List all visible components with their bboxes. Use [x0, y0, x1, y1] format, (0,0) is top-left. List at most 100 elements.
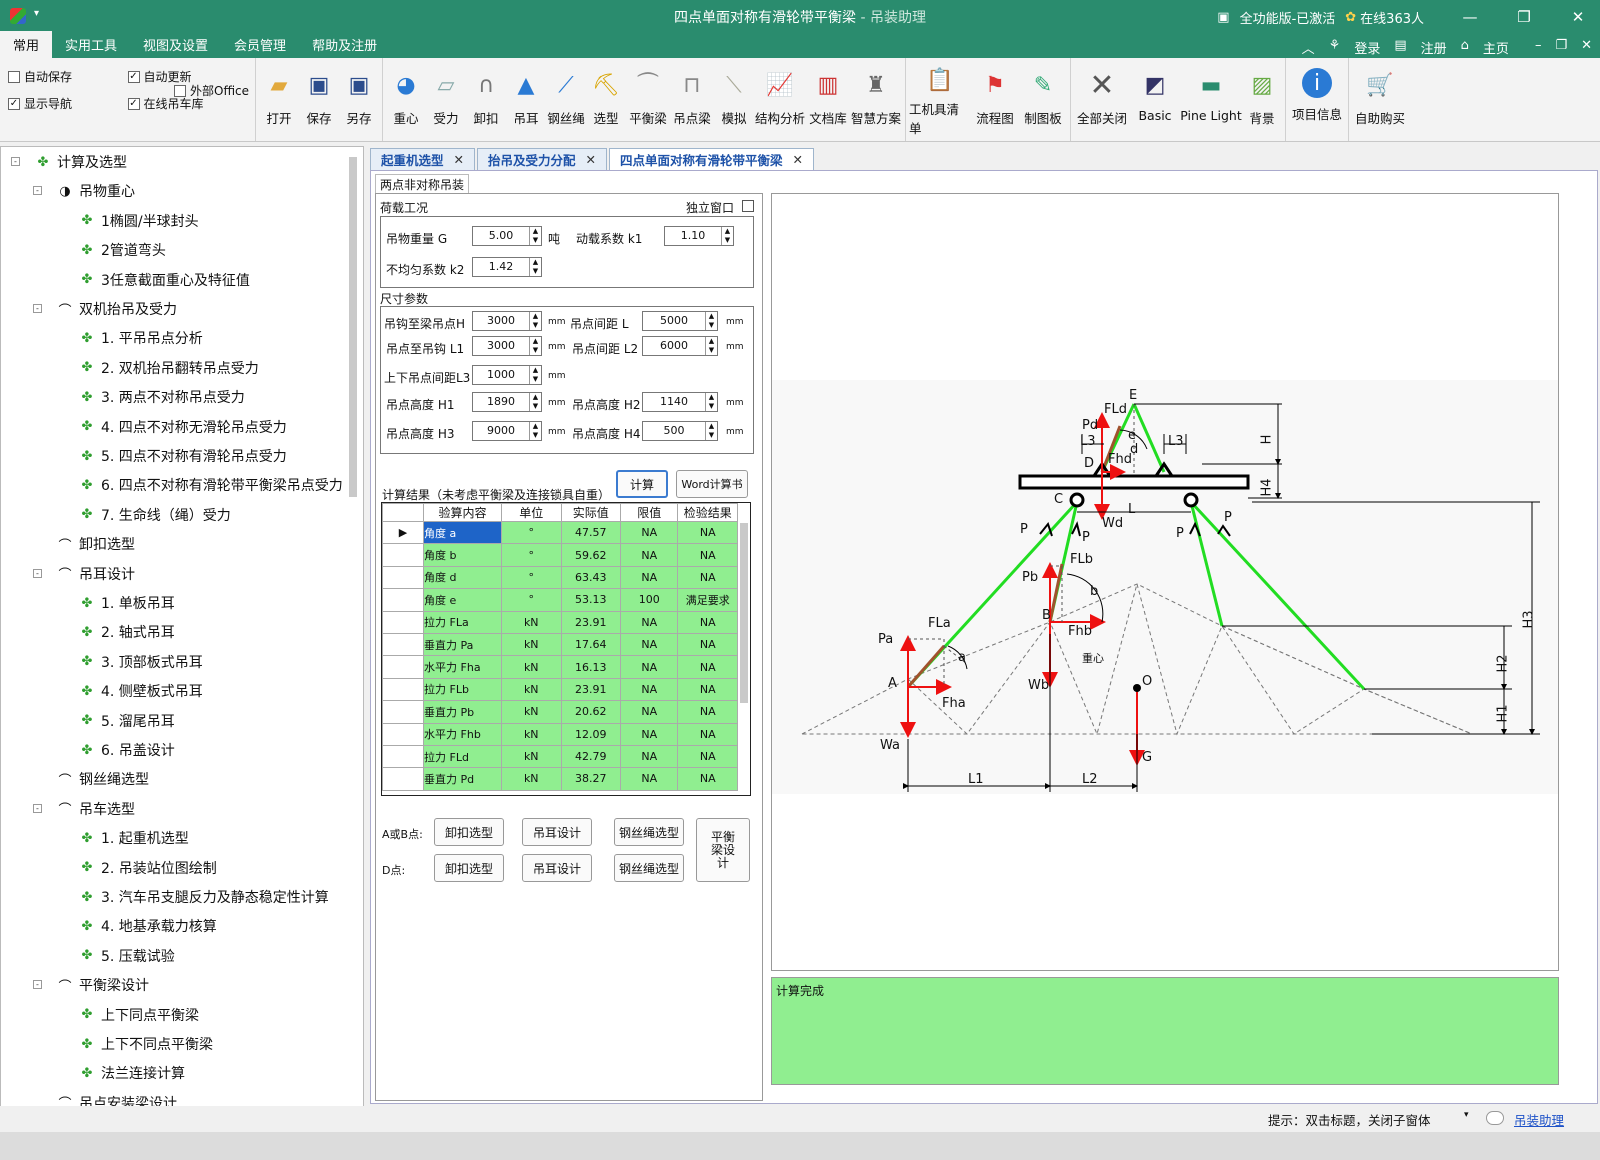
app-link[interactable]: 吊装助理	[1514, 1110, 1564, 1129]
table-cell[interactable]: 满足要求	[677, 588, 738, 612]
row-header[interactable]	[382, 722, 425, 746]
table-cell[interactable]: kN	[501, 632, 562, 657]
tree-item[interactable]: ✤ 5. 压载试验	[77, 943, 175, 969]
mdi-minimize-icon[interactable]: –	[1535, 38, 1542, 57]
table-cell[interactable]: NA	[619, 543, 679, 567]
table-row[interactable]: 拉力 FLb kN 23.91 NA NA	[382, 677, 738, 702]
table-cell[interactable]: 水平力 Fha	[423, 655, 502, 679]
tree-item[interactable]: ⌒ 吊车选型	[55, 796, 135, 822]
table-cell[interactable]: 20.62	[560, 700, 621, 724]
table-cell[interactable]: 水平力 Fhb	[423, 722, 502, 746]
table-cell[interactable]: 17.64	[560, 632, 621, 657]
tab-four-point-balance-beam[interactable]: 四点单面对称有滑轮带平衡梁 ✕	[609, 148, 814, 170]
table-cell[interactable]: 47.57	[560, 520, 621, 545]
row-header[interactable]	[382, 744, 425, 769]
table-cell[interactable]: 42.79	[560, 744, 621, 769]
tree-item[interactable]: ⌒ 平衡梁设计	[55, 972, 149, 998]
tree-item[interactable]: ✤ 2管道弯头	[77, 237, 166, 263]
table-row[interactable]: 拉力 FLa kN 23.91 NA NA	[382, 610, 738, 634]
tree-item[interactable]: ✤ 4. 四点不对称无滑轮吊点受力	[77, 414, 287, 440]
tree-item[interactable]: ✤ 5. 溜尾吊耳	[77, 708, 175, 734]
table-row[interactable]: 角度 d ° 63.43 NA NA	[382, 565, 738, 590]
collapse-ribbon-icon[interactable]: ︿	[1302, 38, 1315, 57]
maximize-button[interactable]: ❐	[1502, 8, 1546, 26]
tree-expander[interactable]: -	[11, 157, 20, 166]
login-link[interactable]: 登录	[1354, 38, 1380, 57]
ab-rope-button[interactable]: 钢丝绳选型	[614, 818, 684, 846]
L-input[interactable]: 5000 ▲ ▼	[642, 311, 718, 331]
tab-crane-selection[interactable]: 起重机选型 ✕	[370, 148, 475, 170]
center-of-gravity-button[interactable]: ◕ 重心	[386, 62, 426, 137]
save-button[interactable]: ▣ 保存	[299, 62, 339, 137]
tree-item[interactable]: ✤ 2. 吊装站位图绘制	[77, 855, 217, 881]
tree-item[interactable]: ✤ 1. 起重机选型	[77, 825, 189, 851]
table-cell[interactable]: 角度 d	[423, 565, 502, 590]
menu-common[interactable]: 常用	[0, 31, 53, 58]
tree-item[interactable]: ✤ 5. 四点不对称有滑轮吊点受力	[77, 443, 287, 469]
tree-item[interactable]: ✤ 1椭圆/半球封头	[77, 208, 199, 234]
table-cell[interactable]: 59.62	[560, 543, 621, 567]
table-cell[interactable]: NA	[677, 722, 738, 746]
table-cell[interactable]: NA	[619, 767, 679, 791]
table-cell[interactable]: °	[501, 588, 562, 612]
table-cell[interactable]: kN	[501, 767, 562, 791]
calculate-button[interactable]: 计算	[616, 470, 668, 498]
tree-expander[interactable]: -	[33, 186, 42, 196]
tree-item[interactable]: ✤ 3任意截面重心及特征值	[77, 267, 250, 293]
theme-pine-light-dropdown[interactable]: ▬ Pine Light	[1180, 62, 1242, 137]
mdi-close-icon[interactable]: ✕	[1581, 38, 1592, 57]
home-link[interactable]: 主页	[1483, 38, 1509, 57]
table-cell[interactable]: kN	[501, 610, 562, 634]
table-row[interactable]: 垂直力 Pd kN 38.27 NA NA	[382, 767, 738, 791]
tree-item[interactable]: ✤ 1. 平吊吊点分析	[77, 325, 203, 351]
H4-input[interactable]: 500 ▲ ▼	[642, 421, 718, 441]
theme-basic-dropdown[interactable]: ◩ Basic	[1130, 62, 1180, 137]
table-cell[interactable]: kN	[501, 744, 562, 769]
balance-beam-button[interactable]: ⏜ 平衡梁	[626, 62, 670, 137]
tree-item[interactable]: ✤ 1. 单板吊耳	[77, 590, 175, 616]
force-button[interactable]: ⏥ 受力	[426, 62, 466, 137]
self-purchase-button[interactable]: 🛒 自助购买	[1352, 62, 1408, 137]
tree-item[interactable]: ✤ 计算及选型	[33, 149, 127, 175]
table-cell[interactable]: 100	[619, 588, 679, 612]
menu-membership[interactable]: 会员管理	[221, 31, 299, 58]
table-cell[interactable]: 63.43	[560, 565, 621, 590]
table-cell[interactable]: NA	[619, 677, 679, 702]
tree-item[interactable]: ✤ 3. 汽车吊支腿反力及静态稳定性计算	[77, 884, 329, 910]
tree-expander[interactable]: -	[33, 980, 42, 990]
tree-item[interactable]: ⌒ 卸扣选型	[55, 531, 135, 557]
status-dropdown-icon[interactable]: ▾	[1464, 1110, 1469, 1120]
table-cell[interactable]: kN	[501, 655, 562, 679]
table-cell[interactable]: NA	[677, 610, 738, 634]
table-cell[interactable]: NA	[619, 744, 679, 769]
tree-item[interactable]: ✤ 上下不同点平衡梁	[77, 1031, 213, 1057]
table-cell[interactable]: 拉力 FLb	[423, 677, 502, 702]
shackle-button[interactable]: ∩ 卸扣	[466, 62, 506, 137]
close-button[interactable]: ✕	[1556, 8, 1600, 26]
table-cell[interactable]: NA	[619, 565, 679, 590]
balance-beam-design-button[interactable]: 平衡梁设计	[696, 818, 750, 882]
menu-tools[interactable]: 实用工具	[52, 31, 130, 58]
menu-view-settings[interactable]: 视图及设置	[130, 31, 221, 58]
table-row[interactable]: 垂直力 Pa kN 17.64 NA NA	[382, 632, 738, 657]
table-cell[interactable]: NA	[677, 700, 738, 724]
table-cell[interactable]: NA	[619, 700, 679, 724]
L1-input[interactable]: 3000 ▲ ▼	[472, 336, 542, 356]
open-button[interactable]: ▰ 打开	[259, 62, 299, 137]
table-cell[interactable]: 角度 b	[423, 543, 502, 567]
row-header[interactable]	[382, 565, 425, 590]
table-cell[interactable]: 16.13	[560, 655, 621, 679]
minimize-button[interactable]: —	[1448, 8, 1492, 26]
table-cell[interactable]: 12.09	[560, 722, 621, 746]
lug-button[interactable]: ▲ 吊耳	[506, 62, 546, 137]
tree-scrollbar[interactable]	[349, 157, 357, 497]
ab-lug-button[interactable]: 吊耳设计	[522, 818, 592, 846]
tab-close-icon[interactable]: ✕	[793, 152, 803, 167]
table-cell[interactable]: NA	[677, 655, 738, 679]
mdi-restore-icon[interactable]: ❐	[1555, 38, 1567, 57]
tree-item[interactable]: ✤ 6. 吊盖设计	[77, 737, 175, 763]
close-all-button[interactable]: ✕ 全部关闭	[1074, 62, 1130, 137]
tab-lift-force-distribution[interactable]: 抬吊及受力分配 ✕	[477, 148, 607, 170]
table-cell[interactable]: kN	[501, 722, 562, 746]
table-cell[interactable]: 23.91	[560, 677, 621, 702]
